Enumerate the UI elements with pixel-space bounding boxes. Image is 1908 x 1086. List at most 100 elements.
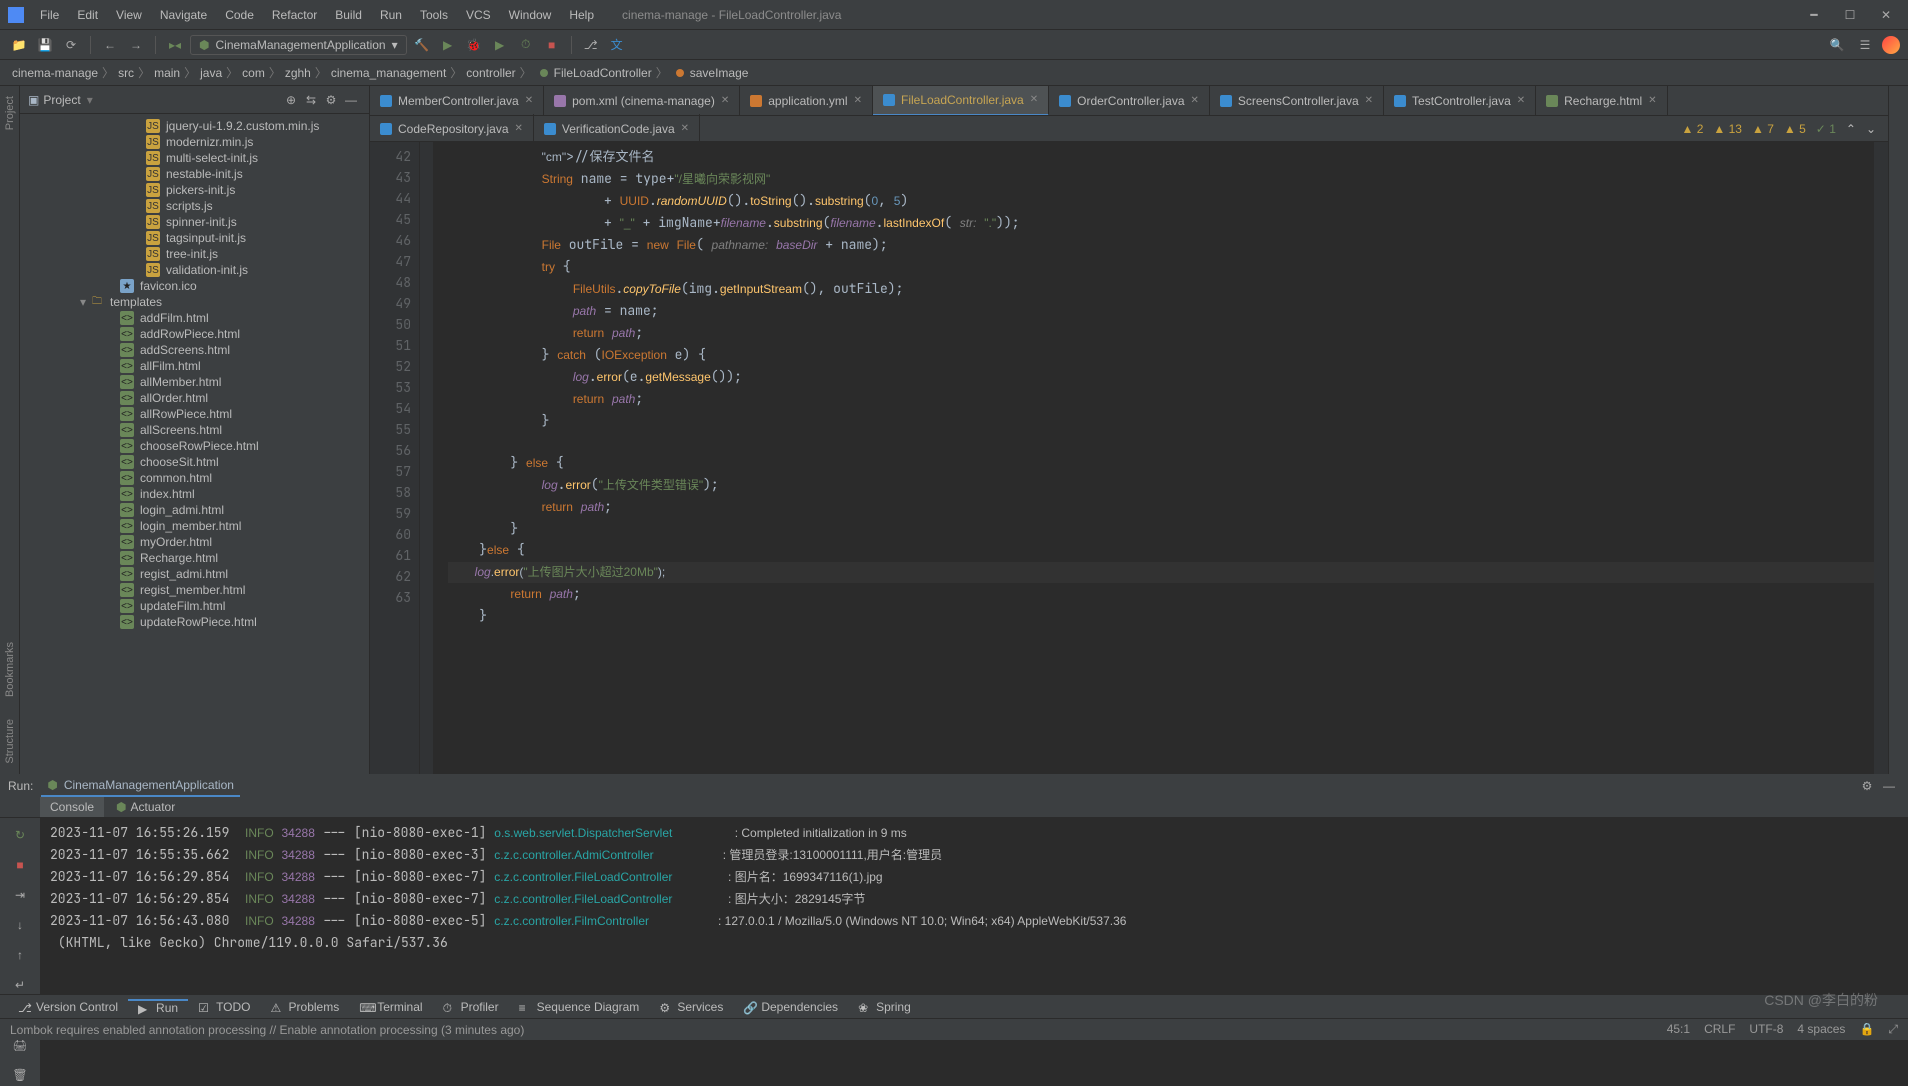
breadcrumb-part[interactable]: controller (466, 66, 515, 80)
code-area[interactable]: "cm">//保存文件名 String name = type+"/星曦向荣影视… (434, 142, 1874, 774)
tree-node[interactable]: JStree-init.js (20, 246, 369, 262)
tree-node[interactable]: JSjquery-ui-1.9.2.custom.min.js (20, 118, 369, 134)
settings-icon[interactable]: ☰ (1854, 34, 1876, 56)
refresh-icon[interactable]: ⟳ (60, 34, 82, 56)
breadcrumb-part[interactable]: zghh (285, 66, 311, 80)
editor-tab[interactable]: TestController.java✕ (1384, 86, 1536, 116)
menu-edit[interactable]: Edit (69, 4, 106, 26)
open-icon[interactable]: 📁 (8, 34, 30, 56)
breadcrumb-part[interactable]: cinema_management (331, 66, 446, 80)
tree-node[interactable]: <>updateFilm.html (20, 598, 369, 614)
structure-tool-button[interactable]: Structure (4, 719, 16, 764)
tree-node[interactable]: JSnestable-init.js (20, 166, 369, 182)
breadcrumb-part[interactable]: cinema-manage (12, 66, 98, 80)
close-tab-icon[interactable]: ✕ (1191, 95, 1199, 106)
menu-build[interactable]: Build (327, 4, 370, 26)
locate-icon[interactable]: ⊕ (281, 90, 301, 110)
profile-icon[interactable]: ⏱ (515, 34, 537, 56)
tree-node[interactable]: <>addRowPiece.html (20, 326, 369, 342)
hammer-icon[interactable]: 🔨 (411, 34, 433, 56)
editor-tab[interactable]: ScreensController.java✕ (1210, 86, 1384, 116)
breadcrumb-class[interactable]: FileLoadController (538, 66, 652, 80)
tree-node[interactable]: <>regist_member.html (20, 582, 369, 598)
bottom-services[interactable]: ⚙Services (649, 1000, 733, 1014)
more-icon[interactable]: 文 (606, 34, 628, 56)
tree-node[interactable]: <>allMember.html (20, 374, 369, 390)
run-app-tab[interactable]: ⬢ CinemaManagementApplication (41, 775, 240, 797)
tree-node[interactable]: <>Recharge.html (20, 550, 369, 566)
run-gear-icon[interactable]: ⚙ (1856, 775, 1878, 797)
bottom-todo[interactable]: ☑TODO (188, 1000, 260, 1014)
tree-node[interactable]: <>allFilm.html (20, 358, 369, 374)
line-gutter[interactable]: 4243444546474849505152535455565758596061… (370, 142, 420, 774)
stop-icon[interactable]: ■ (9, 854, 31, 876)
tree-node[interactable]: JSmulti-select-init.js (20, 150, 369, 166)
soft-wrap-icon[interactable]: ↵ (9, 974, 31, 996)
tree-node[interactable]: <>addFilm.html (20, 310, 369, 326)
bookmarks-tool-button[interactable]: Bookmarks (4, 642, 16, 697)
project-tree[interactable]: JSjquery-ui-1.9.2.custom.min.jsJSmoderni… (20, 114, 369, 774)
close-tab-icon[interactable]: ✕ (854, 95, 862, 106)
tree-node[interactable]: <>index.html (20, 486, 369, 502)
tree-node[interactable]: <>addScreens.html (20, 342, 369, 358)
breadcrumb-part[interactable]: com (242, 66, 265, 80)
tree-node[interactable]: <>chooseRowPiece.html (20, 438, 369, 454)
tree-node[interactable]: JStagsinput-init.js (20, 230, 369, 246)
tree-node[interactable]: <>myOrder.html (20, 534, 369, 550)
menu-run[interactable]: Run (372, 4, 410, 26)
run-tab-actuator[interactable]: ⬢Actuator (106, 797, 185, 817)
status-item[interactable]: 45:1 (1667, 1022, 1690, 1037)
breadcrumb-method[interactable]: saveImage (674, 66, 749, 80)
status-item[interactable]: 4 spaces (1797, 1022, 1845, 1037)
close-tab-icon[interactable]: ✕ (1517, 95, 1525, 106)
avatar-icon[interactable] (1882, 36, 1900, 54)
close-tab-icon[interactable]: ✕ (1365, 95, 1373, 106)
tree-node[interactable]: JSspinner-init.js (20, 214, 369, 230)
status-item[interactable]: ⤢ (1888, 1022, 1898, 1037)
minimize-icon[interactable]: ━ (1800, 5, 1828, 25)
tree-node[interactable]: <>login_admi.html (20, 502, 369, 518)
tree-node[interactable]: <>updateRowPiece.html (20, 614, 369, 630)
stop-icon[interactable]: ■ (541, 34, 563, 56)
close-tab-icon[interactable]: ✕ (515, 123, 523, 134)
editor-tab[interactable]: Recharge.html✕ (1536, 86, 1667, 116)
back-icon[interactable]: ← (99, 34, 121, 56)
run-config-selector[interactable]: ⬢ CinemaManagementApplication ▾ (190, 35, 407, 55)
gear-icon[interactable]: ⚙ (321, 90, 341, 110)
tree-node[interactable]: <>regist_admi.html (20, 566, 369, 582)
clear-icon[interactable]: 🗑 (9, 1064, 31, 1086)
tree-node[interactable]: JSscripts.js (20, 198, 369, 214)
tree-node[interactable]: <>common.html (20, 470, 369, 486)
tree-node[interactable]: JSvalidation-init.js (20, 262, 369, 278)
close-tab-icon[interactable]: ✕ (721, 95, 729, 106)
pause-icon[interactable]: ⇥ (9, 884, 31, 906)
bottom-dependencies[interactable]: 🔗Dependencies (733, 1000, 848, 1014)
tree-node[interactable]: <>allOrder.html (20, 390, 369, 406)
build-icon[interactable]: ▸◂ (164, 34, 186, 56)
breadcrumb-part[interactable]: src (118, 66, 134, 80)
close-tab-icon[interactable]: ✕ (525, 95, 533, 106)
status-item[interactable]: UTF-8 (1749, 1022, 1783, 1037)
inspection-indicators[interactable]: ▲ 2 ▲ 13 ▲ 7 ▲ 5 ✓ 1 ⌃⌄ (1670, 122, 1889, 136)
tree-node[interactable]: ★favicon.ico (20, 278, 369, 294)
menu-vcs[interactable]: VCS (458, 4, 499, 26)
error-stripe[interactable] (1874, 142, 1888, 774)
close-tab-icon[interactable]: ✕ (1648, 95, 1656, 106)
status-item[interactable]: 🔒 (1859, 1022, 1874, 1037)
fold-gutter[interactable] (420, 142, 434, 774)
bottom-spring[interactable]: ❀Spring (848, 1000, 921, 1014)
rerun-icon[interactable]: ↻ (9, 824, 31, 846)
menu-help[interactable]: Help (561, 4, 602, 26)
tree-node[interactable]: JSmodernizr.min.js (20, 134, 369, 150)
status-item[interactable]: CRLF (1704, 1022, 1735, 1037)
console-output[interactable]: 2023-11-07 16:55:26.159 INFO 34288 --- [… (40, 818, 1908, 1086)
tree-node[interactable]: <>allScreens.html (20, 422, 369, 438)
bottom-terminal[interactable]: ⌨Terminal (349, 1000, 432, 1014)
hide-icon[interactable]: — (341, 90, 361, 110)
project-tool-button[interactable]: Project (4, 96, 16, 130)
menu-file[interactable]: File (32, 4, 67, 26)
breadcrumb-part[interactable]: main (154, 66, 180, 80)
up-icon[interactable]: ↑ (9, 944, 31, 966)
tree-node[interactable]: <>allRowPiece.html (20, 406, 369, 422)
breadcrumb-part[interactable]: java (200, 66, 222, 80)
